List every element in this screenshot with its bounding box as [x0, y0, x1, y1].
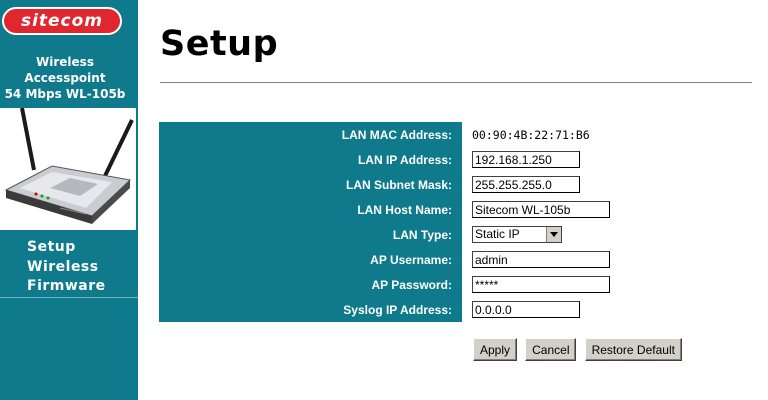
sidebar-item-setup[interactable]: Setup: [27, 238, 106, 258]
router-icon: [4, 107, 134, 224]
form-row-mac: LAN MAC Address: 00:90:4B:22:71:B6: [159, 122, 610, 147]
page-title: Setup: [160, 24, 279, 64]
mac-address-label: LAN MAC Address:: [159, 122, 462, 147]
ip-address-label: LAN IP Address:: [159, 147, 462, 172]
form-row-user: AP Username:: [159, 247, 610, 272]
sidebar-item-firmware[interactable]: Firmware: [27, 277, 106, 297]
chevron-down-icon[interactable]: [546, 227, 561, 242]
username-field[interactable]: [472, 251, 610, 268]
form-row-mask: LAN Subnet Mask:: [159, 172, 610, 197]
sidebar-divider: [0, 297, 138, 298]
restore-default-button[interactable]: Restore Default: [584, 338, 682, 361]
lan-type-selected: Static IP: [475, 227, 520, 241]
sitecom-logo: sitecom: [2, 7, 122, 35]
form-buttons: Apply Cancel Restore Default: [473, 338, 685, 361]
subnet-mask-field[interactable]: [472, 176, 580, 193]
sidebar: sitecom Wireless Accesspoint 54 Mbps WL-…: [0, 0, 138, 400]
product-line-2: Accesspoint: [24, 71, 106, 85]
ip-address-field[interactable]: [472, 151, 580, 168]
title-divider: [160, 82, 752, 83]
sidebar-item-wireless[interactable]: Wireless: [27, 258, 106, 278]
username-label: AP Username:: [159, 247, 462, 272]
setup-form: LAN MAC Address: 00:90:4B:22:71:B6 LAN I…: [159, 122, 610, 322]
password-label: AP Password:: [159, 272, 462, 297]
product-name: Wireless Accesspoint 54 Mbps WL-105b: [0, 54, 130, 102]
mac-address-value: 00:90:4B:22:71:B6: [472, 127, 590, 142]
syslog-address-label: Syslog IP Address:: [159, 297, 462, 322]
lan-type-select[interactable]: Static IP: [472, 226, 562, 243]
form-row-type: LAN Type: Static IP: [159, 222, 610, 247]
wireless-router-image: [0, 107, 136, 230]
cancel-button[interactable]: Cancel: [525, 338, 577, 361]
password-field[interactable]: [472, 276, 610, 293]
form-row-ip: LAN IP Address:: [159, 147, 610, 172]
side-navigation: Setup Wireless Firmware: [27, 238, 106, 297]
form-row-host: LAN Host Name:: [159, 197, 610, 222]
product-line-3: 54 Mbps WL-105b: [4, 87, 126, 101]
apply-button[interactable]: Apply: [473, 338, 518, 361]
form-row-pass: AP Password:: [159, 272, 610, 297]
host-name-field[interactable]: [472, 201, 610, 218]
form-row-syslog: Syslog IP Address:: [159, 297, 610, 322]
host-name-label: LAN Host Name:: [159, 197, 462, 222]
product-line-1: Wireless: [36, 55, 94, 69]
subnet-mask-label: LAN Subnet Mask:: [159, 172, 462, 197]
lan-type-label: LAN Type:: [159, 222, 462, 247]
syslog-address-field[interactable]: [472, 301, 580, 318]
